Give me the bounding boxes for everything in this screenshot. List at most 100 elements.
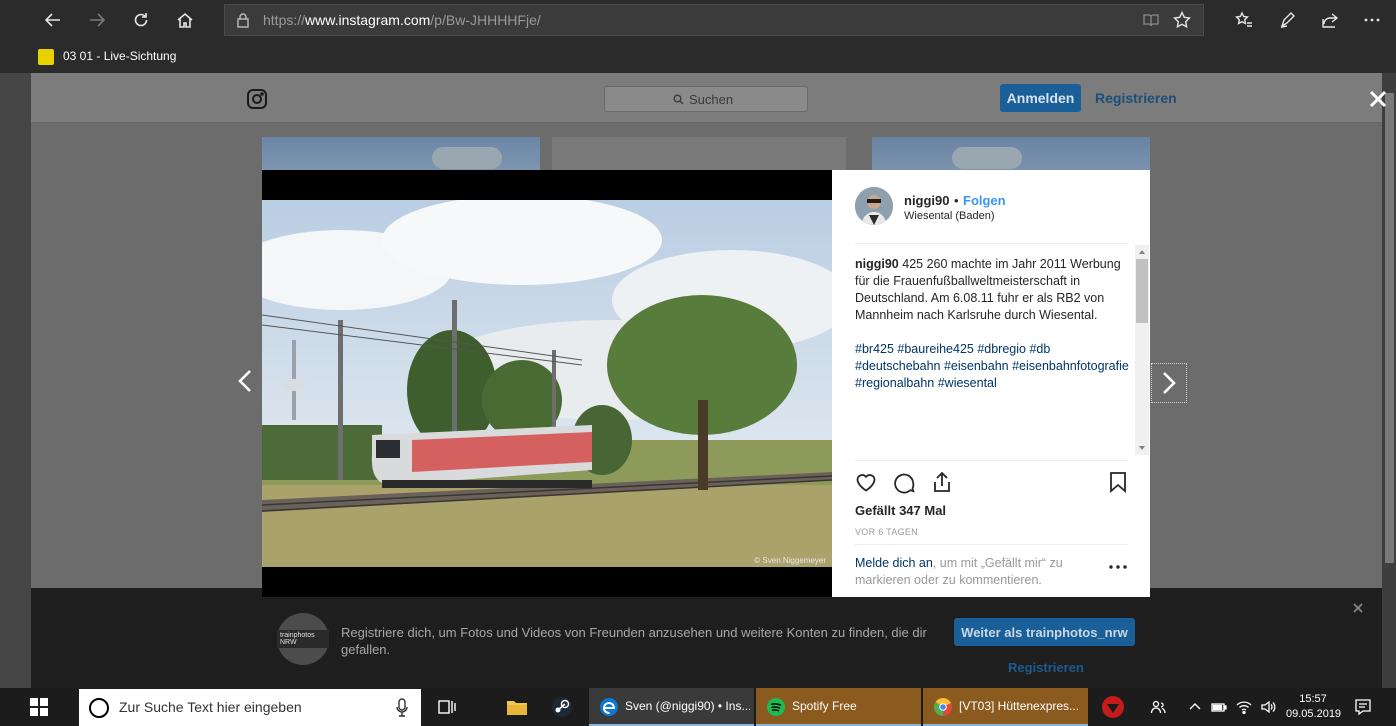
page-scrollbar-thumb[interactable] (1385, 93, 1394, 563)
task-view-button[interactable] (433, 693, 461, 721)
file-explorer-button[interactable] (503, 693, 531, 721)
start-button[interactable] (0, 688, 78, 726)
favorites-button[interactable] (1229, 5, 1259, 35)
caption-scrollbar[interactable] (1135, 245, 1149, 455)
divider (854, 544, 1128, 545)
instagram-logo-icon[interactable] (246, 88, 268, 110)
scroll-down-icon[interactable] (1137, 443, 1147, 453)
star-icon[interactable] (1173, 11, 1191, 29)
thumbnail-cloud (952, 147, 1022, 169)
search-icon (673, 94, 684, 105)
windows-taskbar: Zur Suche Text hier eingeben Sven (@nigg… (0, 688, 1396, 726)
arrow-left-icon (44, 13, 60, 27)
scroll-up-icon[interactable] (1137, 247, 1147, 257)
more-button[interactable] (1357, 5, 1387, 35)
train-photo-illustration (262, 200, 832, 567)
forward-button[interactable] (82, 5, 112, 35)
signup-register-link[interactable]: Registrieren (1008, 660, 1084, 675)
heart-icon[interactable] (854, 470, 878, 494)
battery-icon[interactable] (1211, 699, 1227, 715)
caption-username[interactable]: niggi90 (855, 257, 899, 271)
close-icon[interactable] (1365, 86, 1391, 112)
register-link[interactable]: Registrieren (1095, 90, 1177, 106)
home-icon (177, 12, 193, 28)
pinned-app-button[interactable] (1099, 693, 1127, 721)
taskbar-search-input[interactable]: Zur Suche Text hier eingeben (79, 689, 421, 726)
back-button[interactable] (38, 5, 68, 35)
wifi-icon[interactable] (1236, 699, 1252, 715)
refresh-icon (134, 13, 148, 27)
url-path: /p/Bw-JHHHHFje/ (430, 12, 541, 28)
taskbar-task-chrome[interactable]: [VT03] Hüttenexpres... (923, 688, 1088, 726)
spotify-icon (767, 698, 785, 716)
search-input[interactable]: Suchen (604, 86, 808, 112)
address-bar[interactable]: https://www.instagram.com/p/Bw-JHHHHFje/ (224, 4, 1204, 36)
action-center-icon[interactable] (1354, 698, 1372, 716)
grid-thumbnail[interactable] (872, 137, 1150, 171)
reading-view-icon[interactable] (1143, 12, 1159, 28)
post-timestamp: VOR 6 TAGEN (855, 527, 918, 537)
arrow-right-icon (90, 13, 106, 27)
search-placeholder: Suchen (689, 92, 734, 107)
url-host: www.instagram.com (305, 12, 431, 28)
user-avatar-illustration (855, 187, 893, 225)
comment-icon[interactable] (892, 470, 916, 494)
login-link[interactable]: Melde dich an (855, 556, 933, 570)
screen: https://www.instagram.com/p/Bw-JHHHHFje/… (0, 0, 1396, 726)
left-edge (0, 73, 31, 688)
folder-icon (507, 701, 527, 715)
page-scrollbar[interactable] (1382, 73, 1396, 688)
chevron-up-icon[interactable] (1187, 699, 1203, 715)
taskbar-task-spotify[interactable]: Spotify Free (756, 688, 921, 726)
thumbnail-cloud (432, 147, 502, 169)
post-photo[interactable]: © Sven Niggemeyer (262, 200, 832, 567)
caption-scrollbar-thumb[interactable] (1136, 259, 1148, 323)
continue-as-button[interactable]: Weiter als trainphotos_nrw (954, 618, 1135, 646)
home-button[interactable] (170, 5, 200, 35)
more-options-icon[interactable] (1108, 563, 1128, 571)
chrome-icon (933, 698, 952, 716)
taskbar-task-edge[interactable]: Sven (@niggi90) • Ins... (589, 688, 754, 726)
login-button[interactable]: Anmelden (1000, 84, 1081, 112)
post-username[interactable]: niggi90 (904, 193, 950, 208)
user-avatar[interactable] (855, 187, 893, 225)
favorites-list-icon (1235, 11, 1252, 27)
people-icon[interactable] (1150, 699, 1166, 715)
favorite-link[interactable]: 03 01 - Live-Sichtung (63, 49, 176, 63)
caption-hashtags[interactable]: #br425 #baureihe425 #dbregio #db #deutsc… (855, 341, 1135, 392)
previous-post-button[interactable] (232, 363, 258, 399)
signup-banner: trainphotos NRW Registriere dich, um Fot… (31, 588, 1382, 688)
task-label: Spotify Free (792, 699, 857, 713)
divider (854, 460, 1128, 461)
post-location[interactable]: Wiesental (Baden) (904, 210, 995, 222)
clock-time: 15:57 (1299, 693, 1327, 705)
url-scheme: https:// (263, 12, 306, 28)
like-count[interactable]: Gefällt 347 Mal (855, 503, 946, 518)
grid-thumbnail[interactable] (552, 137, 846, 171)
follow-button[interactable]: Folgen (963, 193, 1006, 208)
clock-date: 09.05.2019 (1286, 708, 1342, 720)
refresh-button[interactable] (126, 5, 156, 35)
red-app-icon (1102, 696, 1124, 718)
favorites-bar: 03 01 - Live-Sichtung (0, 40, 1396, 73)
microphone-icon[interactable] (395, 698, 409, 718)
steam-button[interactable] (548, 693, 576, 721)
taskbar-clock[interactable]: 15:57 09.05.2019 (1286, 692, 1342, 722)
taskbar-search-placeholder: Zur Suche Text hier eingeben (119, 699, 302, 715)
share-post-icon[interactable] (930, 470, 954, 494)
close-banner-icon[interactable] (1352, 602, 1364, 614)
chevron-left-icon (238, 370, 251, 392)
steam-icon (552, 697, 572, 717)
divider (854, 243, 1128, 244)
volume-icon[interactable] (1260, 699, 1276, 715)
lock-icon (237, 13, 249, 28)
separator-dot: • (954, 193, 959, 208)
share-button[interactable] (1315, 5, 1345, 35)
favorite-site-icon (38, 49, 54, 65)
notes-button[interactable] (1273, 5, 1303, 35)
chevron-right-icon (1163, 372, 1176, 394)
next-post-button[interactable] (1151, 363, 1187, 403)
grid-thumbnail[interactable] (262, 137, 540, 171)
bookmark-icon[interactable] (1106, 470, 1130, 494)
avatar-label: trainphotos NRW (277, 630, 329, 648)
